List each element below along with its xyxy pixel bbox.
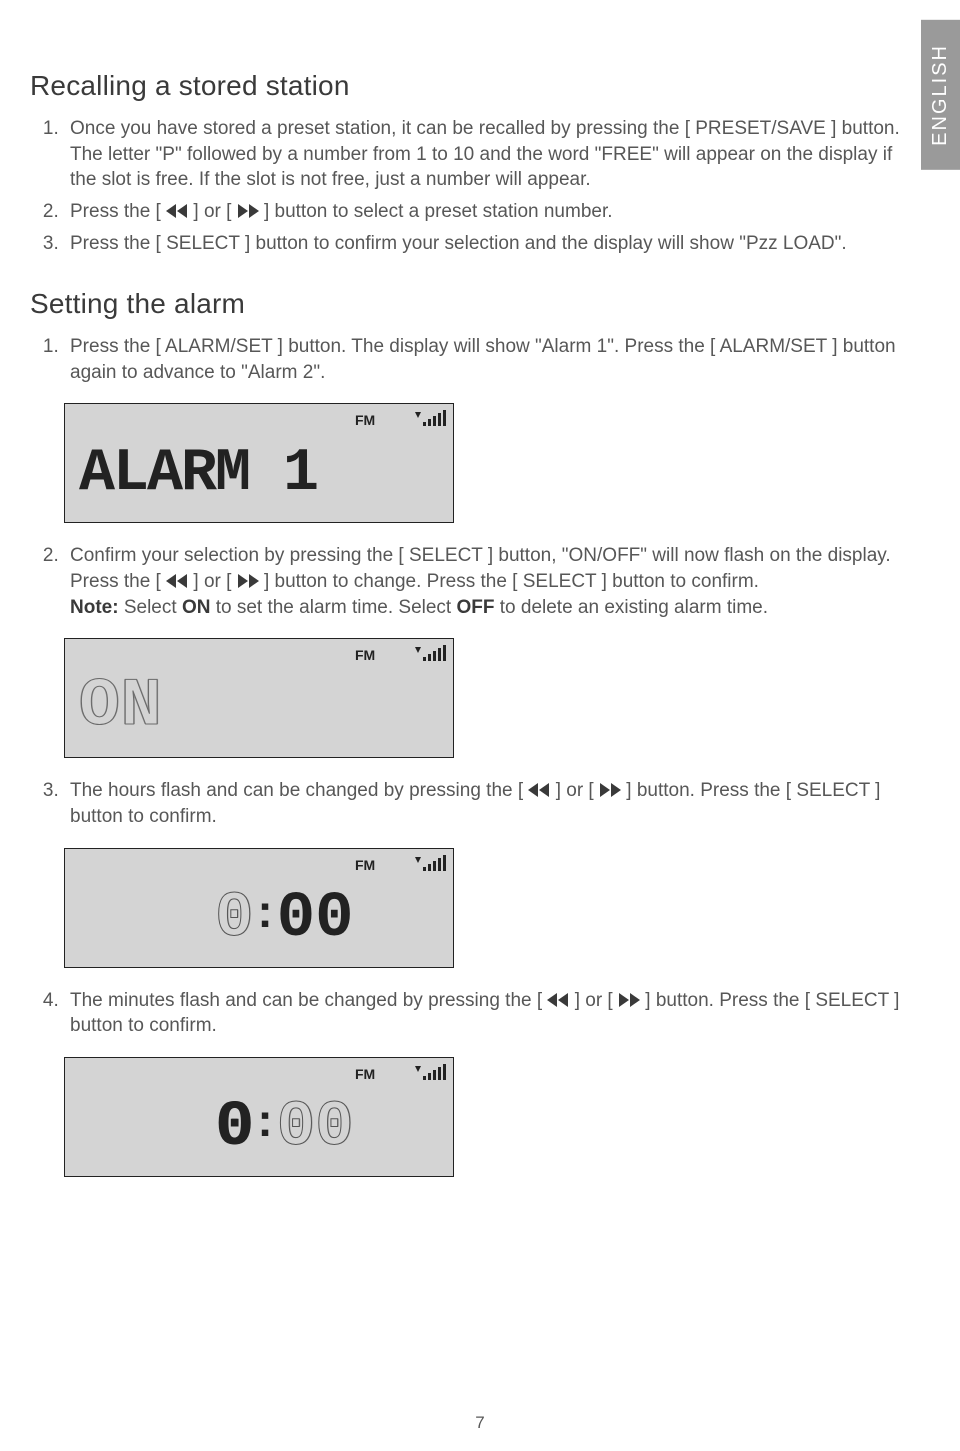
right-arrow-icon (249, 574, 259, 588)
text: Select (119, 597, 182, 618)
right-arrow-icon (611, 783, 621, 797)
colon-icon: : (253, 1093, 276, 1147)
lcd-time: 0 : 00 (215, 1092, 354, 1164)
left-arrow-icon (177, 204, 187, 218)
left-arrow-icon (558, 993, 568, 1007)
signal-icon (413, 1064, 454, 1087)
fm-label: FM (355, 1066, 375, 1082)
list-item: Press the [ ALARM/SET ] button. The disp… (64, 334, 900, 385)
lcd-display-minutes: FM 0 : 00 (64, 1057, 454, 1177)
text: ] or [ (188, 201, 237, 222)
lcd-minutes: 00 (277, 883, 354, 955)
right-arrow-icon (238, 204, 248, 218)
list-item: The minutes flash and can be changed by … (64, 988, 900, 1039)
text: The hours flash and can be changed by pr… (70, 780, 528, 801)
signal-icon (413, 410, 454, 433)
right-arrow-icon (600, 783, 610, 797)
text: Press the [ (70, 201, 166, 222)
lcd-minutes: 00 (277, 1092, 354, 1164)
fm-label: FM (355, 857, 375, 873)
fm-label: FM (355, 647, 375, 663)
alarm-steps-cont: Confirm your selection by pressing the [… (30, 543, 900, 620)
left-arrow-icon (539, 783, 549, 797)
text: ] or [ (569, 990, 618, 1011)
text: OFF (456, 597, 494, 618)
lcd-hours: 0 (215, 1092, 253, 1164)
left-arrow-icon (166, 204, 176, 218)
lcd-display-on: FM ON (64, 638, 454, 758)
lcd-time: 0 : 00 (215, 883, 354, 955)
right-arrow-icon (630, 993, 640, 1007)
lcd-text: ALARM 1 (79, 440, 317, 508)
list-item: Press the [ SELECT ] button to confirm y… (64, 231, 900, 257)
lcd-display-hours: FM 0 : 00 (64, 848, 454, 968)
text: ] button to change. Press the [ SELECT ]… (259, 571, 759, 592)
heading-recalling: Recalling a stored station (30, 70, 900, 102)
list-item: Confirm your selection by pressing the [… (64, 543, 900, 620)
text: ] button to select a preset station numb… (259, 201, 613, 222)
note-label: Note: (70, 597, 119, 618)
recalling-steps: Once you have stored a preset station, i… (30, 116, 900, 256)
signal-icon (413, 645, 454, 668)
list-item: The hours flash and can be changed by pr… (64, 778, 900, 829)
lcd-display-alarm1: FM ALARM 1 (64, 403, 454, 523)
alarm-steps-cont3: The minutes flash and can be changed by … (30, 988, 900, 1039)
right-arrow-icon (249, 204, 259, 218)
list-item: Once you have stored a preset station, i… (64, 116, 900, 193)
manual-page: ENGLISH Recalling a stored station Once … (0, 0, 960, 1451)
left-arrow-icon (528, 783, 538, 797)
text: ] or [ (188, 571, 237, 592)
alarm-steps: Press the [ ALARM/SET ] button. The disp… (30, 334, 900, 385)
text: The minutes flash and can be changed by … (70, 990, 547, 1011)
left-arrow-icon (177, 574, 187, 588)
fm-label: FM (355, 412, 375, 428)
alarm-steps-cont2: The hours flash and can be changed by pr… (30, 778, 900, 829)
left-arrow-icon (547, 993, 557, 1007)
text: ] or [ (550, 780, 599, 801)
signal-icon (413, 855, 454, 878)
lcd-text: ON (79, 668, 163, 745)
text: to set the alarm time. Select (210, 597, 456, 618)
left-arrow-icon (166, 574, 176, 588)
list-item: Press the [ ] or [ ] button to select a … (64, 199, 900, 225)
text: to delete an existing alarm time. (494, 597, 768, 618)
lcd-hours: 0 (215, 883, 253, 955)
colon-icon: : (253, 884, 276, 938)
right-arrow-icon (238, 574, 248, 588)
heading-alarm: Setting the alarm (30, 288, 900, 320)
page-number: 7 (0, 1413, 960, 1433)
language-tab: ENGLISH (921, 20, 960, 170)
text: ON (182, 597, 211, 618)
right-arrow-icon (619, 993, 629, 1007)
